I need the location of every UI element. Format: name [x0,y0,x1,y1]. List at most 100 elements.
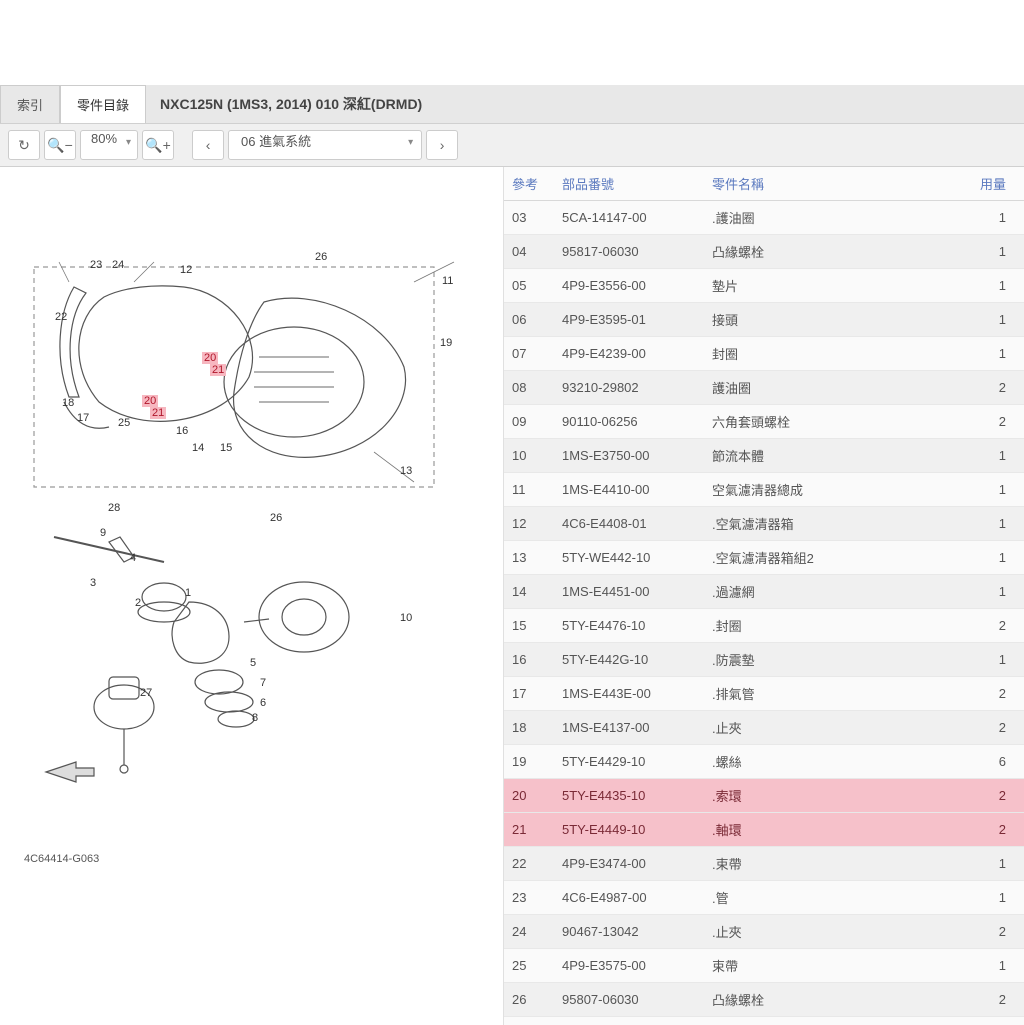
callout-22: 22 [55,311,67,323]
table-row[interactable]: 234C6-E4987-00.管1 [504,881,1024,915]
callout-26b: 26 [270,512,282,524]
cell-qty: 1 [964,541,1024,575]
cell-name: 六角套頭螺栓 [704,405,964,439]
cell-pn: 93210-29802 [554,371,704,405]
callout-26a: 26 [315,251,327,263]
table-row[interactable]: 064P9-E3595-01接頭1 [504,303,1024,337]
cell-name: .束帶 [704,847,964,881]
prev-section-button[interactable]: ‹ [192,130,224,160]
table-row[interactable]: 215TY-E4449-10.軸環2 [504,813,1024,847]
cell-pn: 5TY-E4449-10 [554,813,704,847]
table-row[interactable]: 2695807-06030凸緣螺栓2 [504,983,1024,1017]
cell-pn: 5TY-WE442-10 [554,541,704,575]
cell-qty: 1 [964,575,1024,609]
cell-pn: 4P9-E3474-00 [554,847,704,881]
cell-ref: 15 [504,609,554,643]
callout-03: 3 [90,577,96,589]
cell-pn: 1MS-E4410-00 [554,473,704,507]
cell-pn: 4P9-E4239-00 [554,337,704,371]
cell-pn: 1MS-E3750-00 [554,439,704,473]
callout-25: 25 [118,417,130,429]
table-row[interactable]: 205TY-E4435-10.索環2 [504,779,1024,813]
cell-qty: 1 [964,235,1024,269]
cell-name: .索環 [704,779,964,813]
table-row[interactable]: 074P9-E4239-00封圈1 [504,337,1024,371]
callout-11: 11 [442,275,453,287]
cell-qty: 1 [964,847,1024,881]
section-select[interactable]: 06 進氣系統 [228,130,422,160]
callout-09: 9 [100,527,106,539]
callout-24: 24 [112,259,124,271]
cell-name: .止夾 [704,711,964,745]
table-row[interactable]: 2490467-13042.止夾2 [504,915,1024,949]
table-row[interactable]: 035CA-14147-00.護油圈1 [504,201,1024,235]
tab-index[interactable]: 索引 [0,85,60,123]
cell-name: 凸緣螺栓 [704,983,964,1017]
table-row[interactable]: 124C6-E4408-01.空氣濾清器箱1 [504,507,1024,541]
cell-pn: 4C6-E4987-00 [554,881,704,915]
cell-ref: 14 [504,575,554,609]
cell-name: .空氣濾清器箱 [704,507,964,541]
cell-name: .排氣管 [704,677,964,711]
table-row[interactable]: 224P9-E3474-00.束帶1 [504,847,1024,881]
cell-ref: 04 [504,235,554,269]
cell-ref: 12 [504,507,554,541]
cell-pn: 90110-06256 [554,405,704,439]
next-section-button[interactable]: › [426,130,458,160]
diagram-pane: 23 24 12 26 11 19 22 18 17 25 16 14 15 1… [0,167,504,1025]
table-row[interactable]: 171MS-E443E-00.排氣管2 [504,677,1024,711]
table-row[interactable]: 135TY-WE442-10.空氣濾清器箱組21 [504,541,1024,575]
refresh-button[interactable]: ↻ [8,130,40,160]
cell-name: .管 [704,881,964,915]
cell-qty: 1 [964,269,1024,303]
zoom-in-button[interactable]: 🔍+ [142,130,174,160]
table-row[interactable]: 111MS-E4410-00空氣濾清器總成1 [504,473,1024,507]
table-row[interactable]: 101MS-E3750-00節流本體1 [504,439,1024,473]
cell-qty: 2 [964,371,1024,405]
cell-name: .止夾 [704,915,964,949]
table-row[interactable]: 0495817-06030凸緣螺栓1 [504,235,1024,269]
cell-pn: 5TY-E4429-10 [554,745,704,779]
cell-name: 節流本體 [704,439,964,473]
cell-name: .護油圈 [704,201,964,235]
cell-ref: 10 [504,439,554,473]
col-ref[interactable]: 參考 [504,167,554,201]
callout-16: 16 [176,425,188,437]
cell-qty: 6 [964,745,1024,779]
zoom-select[interactable]: 80% [80,130,138,160]
table-row[interactable]: 054P9-E3556-00墊片1 [504,269,1024,303]
table-row[interactable]: 254P9-E3575-00束帶1 [504,949,1024,983]
callout-06: 6 [260,697,266,709]
table-row[interactable]: 155TY-E4476-10.封圈2 [504,609,1024,643]
table-row[interactable]: 141MS-E4451-00.過濾網1 [504,575,1024,609]
col-pn[interactable]: 部品番號 [554,167,704,201]
parts-diagram [14,207,484,807]
callout-04: 4 [130,552,136,564]
tab-catalog[interactable]: 零件目錄 [60,85,146,123]
table-row[interactable]: 181MS-E4137-00.止夾2 [504,711,1024,745]
cell-ref: 06 [504,303,554,337]
cell-name: 接頭 [704,303,964,337]
parts-table-pane[interactable]: 參考 部品番號 零件名稱 用量 035CA-14147-00.護油圈104958… [504,167,1024,1025]
table-row[interactable]: 165TY-E442G-10.防震墊1 [504,643,1024,677]
callout-02: 2 [135,597,141,609]
col-qty[interactable]: 用量 [964,167,1024,201]
cell-ref: 03 [504,201,554,235]
table-row[interactable]: 0990110-06256六角套頭螺栓2 [504,405,1024,439]
table-row[interactable]: 0893210-29802護油圈2 [504,371,1024,405]
col-name[interactable]: 零件名稱 [704,167,964,201]
cell-qty: 2 [964,915,1024,949]
cell-pn: 5TY-E442G-10 [554,643,704,677]
table-row[interactable]: 195TY-E4429-10.螺絲6 [504,745,1024,779]
cell-qty: 1 [964,303,1024,337]
cell-ref: 19 [504,745,554,779]
cell-qty: 1 [964,643,1024,677]
callout-17: 17 [77,412,89,424]
callout-20b: 20 [142,395,158,407]
zoom-out-button[interactable]: 🔍− [44,130,76,160]
cell-name: .空氣濾清器箱組2 [704,541,964,575]
tabs-row: 索引 零件目錄 NXC125N (1MS3, 2014) 010 深紅(DRMD… [0,85,1024,124]
cell-qty: 1 [964,201,1024,235]
cell-ref: 13 [504,541,554,575]
cell-pn: 4C6-E4408-01 [554,507,704,541]
